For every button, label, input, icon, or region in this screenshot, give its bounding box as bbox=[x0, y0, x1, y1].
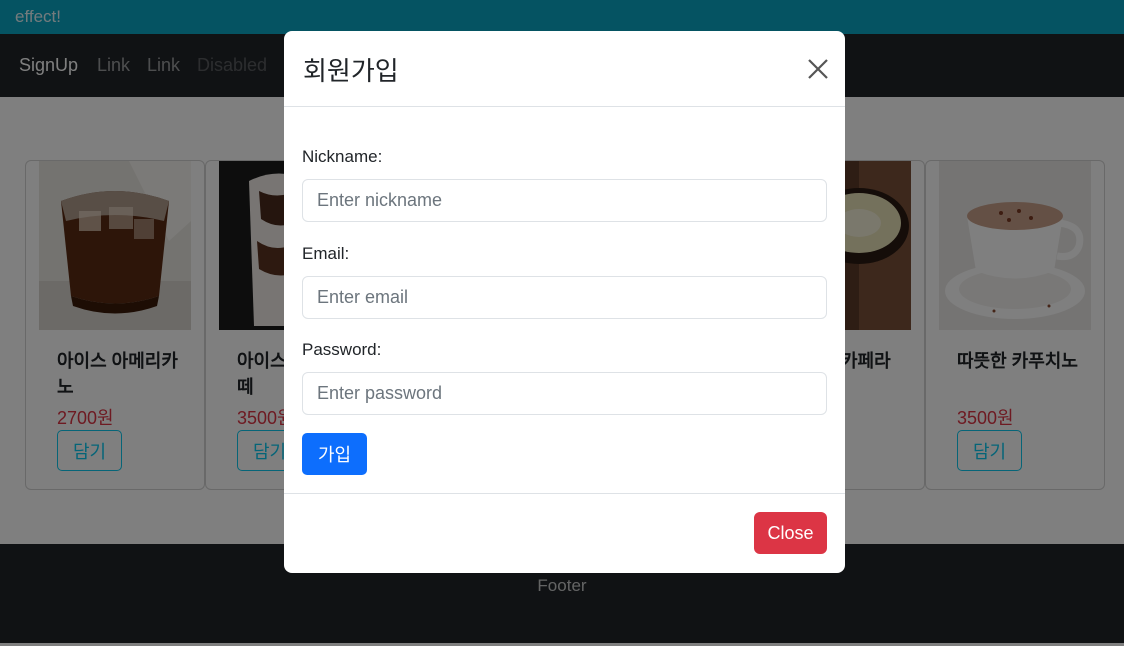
close-button[interactable]: Close bbox=[754, 512, 827, 554]
close-icon[interactable] bbox=[804, 55, 832, 83]
nickname-label: Nickname: bbox=[302, 147, 383, 166]
modal-title: 회원가입 bbox=[303, 57, 399, 87]
signup-submit-button[interactable]: 가입 bbox=[302, 433, 367, 475]
modal-header: 회원가입 bbox=[284, 31, 845, 107]
email-label: Email: bbox=[302, 244, 350, 263]
modal-body: Nickname: Email: Password: 가입 bbox=[284, 107, 845, 493]
nickname-input[interactable] bbox=[302, 179, 827, 222]
modal-footer: Close bbox=[284, 493, 845, 573]
email-input[interactable] bbox=[302, 276, 827, 319]
password-label: Password: bbox=[302, 340, 382, 359]
password-input[interactable] bbox=[302, 372, 827, 415]
signup-modal: 회원가입 Nickname: Email: Password: 가입 Close bbox=[284, 31, 845, 573]
